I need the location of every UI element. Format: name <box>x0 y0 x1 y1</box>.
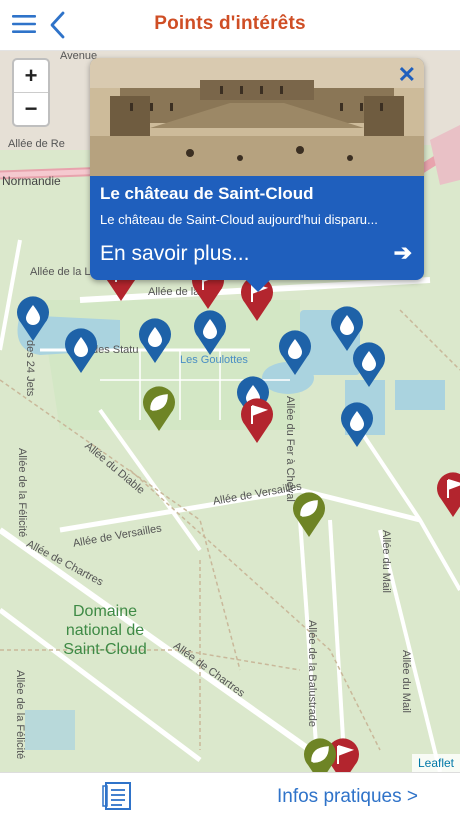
leaf-pin-icon[interactable] <box>142 386 176 432</box>
close-icon[interactable]: ✕ <box>398 62 416 88</box>
flag-pin-icon[interactable] <box>436 472 460 518</box>
zoom-control: + − <box>12 58 50 127</box>
popup-tip <box>246 280 270 292</box>
water-pin-icon[interactable] <box>138 318 172 364</box>
map-label-allee-de-la-felicite-2: Allée de la Félicité <box>14 670 26 760</box>
map-label-normandie: Normandie <box>2 174 61 188</box>
map-label-allee-de-la-l: Allée de la L <box>30 266 91 278</box>
top-bar: Points d'intérêts <box>0 0 460 51</box>
map-label-allee-de-la-balustrade: Allée de la Balustrade <box>306 620 318 728</box>
zoom-out-button[interactable]: − <box>14 93 48 125</box>
leaf-pin-icon[interactable] <box>303 738 337 772</box>
learn-more-link[interactable]: En savoir plus... <box>100 242 249 266</box>
map-label-domaine: Domaine national de Saint-Cloud <box>63 603 147 658</box>
page-title: Points d'intérêts <box>154 13 306 34</box>
map-view[interactable]: Allée de Re Normandie Avenue Allée de la… <box>0 50 460 772</box>
list-document-icon[interactable] <box>102 781 134 811</box>
arrow-right-icon[interactable]: ➔ <box>394 240 412 266</box>
water-pin-icon[interactable] <box>16 296 50 342</box>
popup-title: Le château de Saint-Cloud <box>100 184 314 203</box>
map-label-allee-du-mail: Allée du Mail <box>380 530 392 593</box>
map-label-allee-re: Allée de Re <box>8 138 65 150</box>
water-pin-icon[interactable] <box>64 328 98 374</box>
zoom-in-button[interactable]: + <box>14 60 48 93</box>
infos-pratiques-link[interactable]: Infos pratiques > <box>277 786 418 808</box>
popup-description: Le château de Saint-Cloud aujourd'hui di… <box>100 212 378 227</box>
bottom-bar: Infos pratiques > <box>0 772 460 819</box>
flag-pin-icon[interactable] <box>240 398 274 444</box>
map-label-des-24-jets: des 24 Jets <box>24 340 36 397</box>
water-pin-icon[interactable] <box>278 330 312 376</box>
leaf-pin-icon[interactable] <box>292 492 326 538</box>
map-label-allee-du-mail-2: Allée du Mail <box>400 650 412 713</box>
water-pin-icon[interactable] <box>193 310 227 356</box>
poi-popup[interactable]: ✕ Le château de Saint-Cloud Le château d… <box>90 58 424 292</box>
map-attribution[interactable]: Leaflet <box>411 754 460 772</box>
water-pin-icon[interactable] <box>352 342 386 388</box>
water-pin-icon[interactable] <box>340 402 374 448</box>
map-label-des-statu: des Statu <box>92 344 139 356</box>
map-label-allee-de-la-felicite: Allée de la Félicité <box>16 448 28 538</box>
chateau-engraving-image <box>90 58 424 176</box>
